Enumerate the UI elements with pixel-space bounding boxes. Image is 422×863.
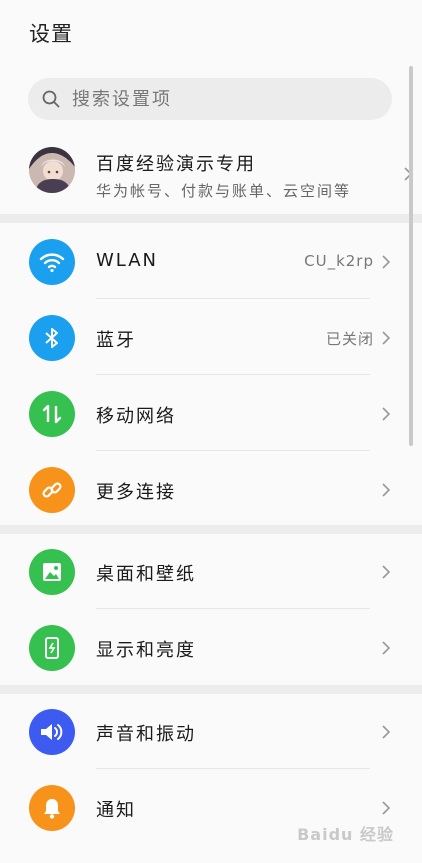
settings-item-label: 桌面和壁纸: [96, 564, 196, 585]
settings-item-label: 移动网络: [96, 406, 176, 427]
bell-icon: [29, 785, 75, 831]
search-bar[interactable]: [28, 78, 392, 120]
wifi-icon: [29, 239, 75, 285]
chevron-right-icon: [382, 407, 391, 421]
search-icon: [42, 90, 60, 108]
settings-item-wallpaper[interactable]: 桌面和壁纸: [0, 534, 400, 609]
settings-item-label: 声音和振动: [96, 724, 196, 745]
settings-item-label: 蓝牙: [96, 330, 136, 351]
settings-page: 设置 百度经验演示专用 华为帐号、付款与账单、云空间等 WLAN CU_k: [0, 0, 422, 863]
divider: [96, 450, 370, 451]
divider: [96, 374, 370, 375]
account-row[interactable]: 百度经验演示专用 华为帐号、付款与账单、云空间等: [0, 134, 422, 214]
account-subtitle: 华为帐号、付款与账单、云空间等: [96, 182, 352, 200]
mobile-network-icon: [29, 391, 75, 437]
section-separator: [0, 685, 422, 694]
settings-item-label: 更多连接: [96, 482, 176, 503]
sound-icon: [29, 709, 75, 755]
section-separator: [0, 214, 422, 223]
settings-item-mobile-network[interactable]: 移动网络: [0, 376, 400, 451]
chevron-right-icon: [382, 725, 391, 739]
divider: [96, 298, 370, 299]
chevron-right-icon: [382, 331, 391, 345]
account-name: 百度经验演示专用: [96, 154, 256, 175]
wallpaper-icon: [29, 549, 75, 595]
chevron-right-icon: [382, 255, 391, 269]
section-separator: [0, 525, 422, 534]
settings-item-sound[interactable]: 声音和振动: [0, 694, 400, 769]
chevron-right-icon: [382, 641, 391, 655]
settings-item-label: 显示和亮度: [96, 640, 196, 661]
link-icon: [29, 467, 75, 513]
settings-item-display[interactable]: 显示和亮度: [0, 610, 400, 685]
divider: [96, 768, 370, 769]
chevron-right-icon: [382, 483, 391, 497]
settings-item-wlan[interactable]: WLAN CU_k2rp: [0, 224, 400, 299]
bluetooth-icon: [29, 315, 75, 361]
display-icon: [29, 625, 75, 671]
watermark: Baidu 经验: [297, 825, 394, 844]
settings-item-label: WLAN: [96, 250, 159, 271]
divider: [96, 608, 370, 609]
settings-item-label: 通知: [96, 800, 136, 821]
page-title: 设置: [29, 22, 73, 46]
settings-item-value: CU_k2rp: [304, 252, 374, 270]
search-input[interactable]: [70, 87, 392, 111]
chevron-right-icon: [382, 801, 391, 815]
chevron-right-icon: [382, 565, 391, 579]
scrollbar[interactable]: [409, 66, 413, 446]
avatar: [29, 147, 75, 193]
settings-item-bluetooth[interactable]: 蓝牙 已关闭: [0, 300, 400, 375]
settings-item-more-connections[interactable]: 更多连接: [0, 452, 400, 527]
settings-item-value: 已关闭: [325, 330, 374, 348]
